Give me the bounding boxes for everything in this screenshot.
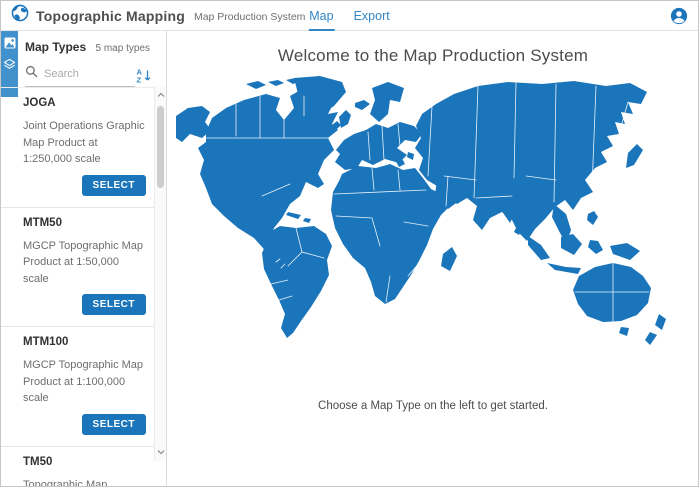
search-icon bbox=[25, 65, 38, 83]
map-type-item-joga: JOGA Joint Operations Graphic Map Produc… bbox=[1, 88, 154, 208]
select-button-mtm100[interactable]: SELECT bbox=[82, 414, 146, 435]
map-type-list: JOGA Joint Operations Graphic Map Produc… bbox=[1, 87, 154, 486]
map-types-icon[interactable] bbox=[3, 36, 16, 49]
map-type-description: Joint Operations Graphic Map Product at … bbox=[23, 118, 146, 168]
globe-icon bbox=[11, 4, 36, 27]
map-type-name: MTM100 bbox=[23, 336, 146, 348]
welcome-title: Welcome to the Map Production System bbox=[168, 46, 698, 66]
chevron-up-icon[interactable] bbox=[155, 88, 167, 102]
map-types-count: 5 map types bbox=[96, 43, 150, 54]
map-type-description: MGCP Topographic Map Product at 1:100,00… bbox=[23, 357, 146, 407]
chevron-down-icon[interactable] bbox=[155, 445, 167, 459]
search-input[interactable] bbox=[44, 68, 132, 80]
search-row: A Z bbox=[25, 64, 153, 88]
map-type-name: TM50 bbox=[23, 456, 146, 468]
brand: Topographic Mapping Map Production Syste… bbox=[11, 4, 305, 27]
svg-text:Z: Z bbox=[137, 76, 142, 85]
map-type-item-mtm50: MTM50 MGCP Topographic Map Product at 1:… bbox=[1, 208, 154, 328]
list-scrollbar[interactable] bbox=[154, 86, 166, 461]
map-type-item-mtm100: MTM100 MGCP Topographic Map Product at 1… bbox=[1, 327, 154, 447]
map-type-description: Topographic Map Product at 1:50,000 scal… bbox=[23, 477, 146, 487]
app-subtitle: Map Production System bbox=[194, 9, 305, 23]
user-avatar-icon[interactable] bbox=[670, 7, 688, 25]
select-button-joga[interactable]: SELECT bbox=[82, 175, 146, 196]
panel-header: Map Types 5 map types bbox=[25, 40, 150, 54]
scrollbar-thumb[interactable] bbox=[157, 106, 164, 188]
layers-icon[interactable] bbox=[3, 58, 16, 71]
app-header: Topographic Mapping Map Production Syste… bbox=[1, 1, 698, 31]
nav-tab-map[interactable]: Map bbox=[308, 1, 334, 31]
instruction-text: Choose a Map Type on the left to get sta… bbox=[168, 400, 698, 412]
panel-title: Map Types bbox=[25, 40, 86, 54]
map-type-name: JOGA bbox=[23, 97, 146, 109]
select-button-mtm50[interactable]: SELECT bbox=[82, 294, 146, 315]
sort-az-icon[interactable]: A Z bbox=[135, 67, 153, 85]
world-map-graphic bbox=[176, 76, 691, 391]
main-content: Welcome to the Map Production System bbox=[168, 31, 698, 486]
search-box bbox=[25, 65, 135, 87]
map-type-description: MGCP Topographic Map Product at 1:50,000… bbox=[23, 238, 146, 288]
top-navigation: Map Export bbox=[308, 1, 390, 31]
nav-tab-export[interactable]: Export bbox=[353, 1, 391, 31]
map-type-name: MTM50 bbox=[23, 217, 146, 229]
app-window: Topographic Mapping Map Production Syste… bbox=[0, 0, 699, 487]
map-type-item-tm50: TM50 Topographic Map Product at 1:50,000… bbox=[1, 447, 154, 487]
map-types-panel: Map Types 5 map types A Z bbox=[1, 31, 167, 486]
app-title: Topographic Mapping bbox=[36, 8, 185, 24]
